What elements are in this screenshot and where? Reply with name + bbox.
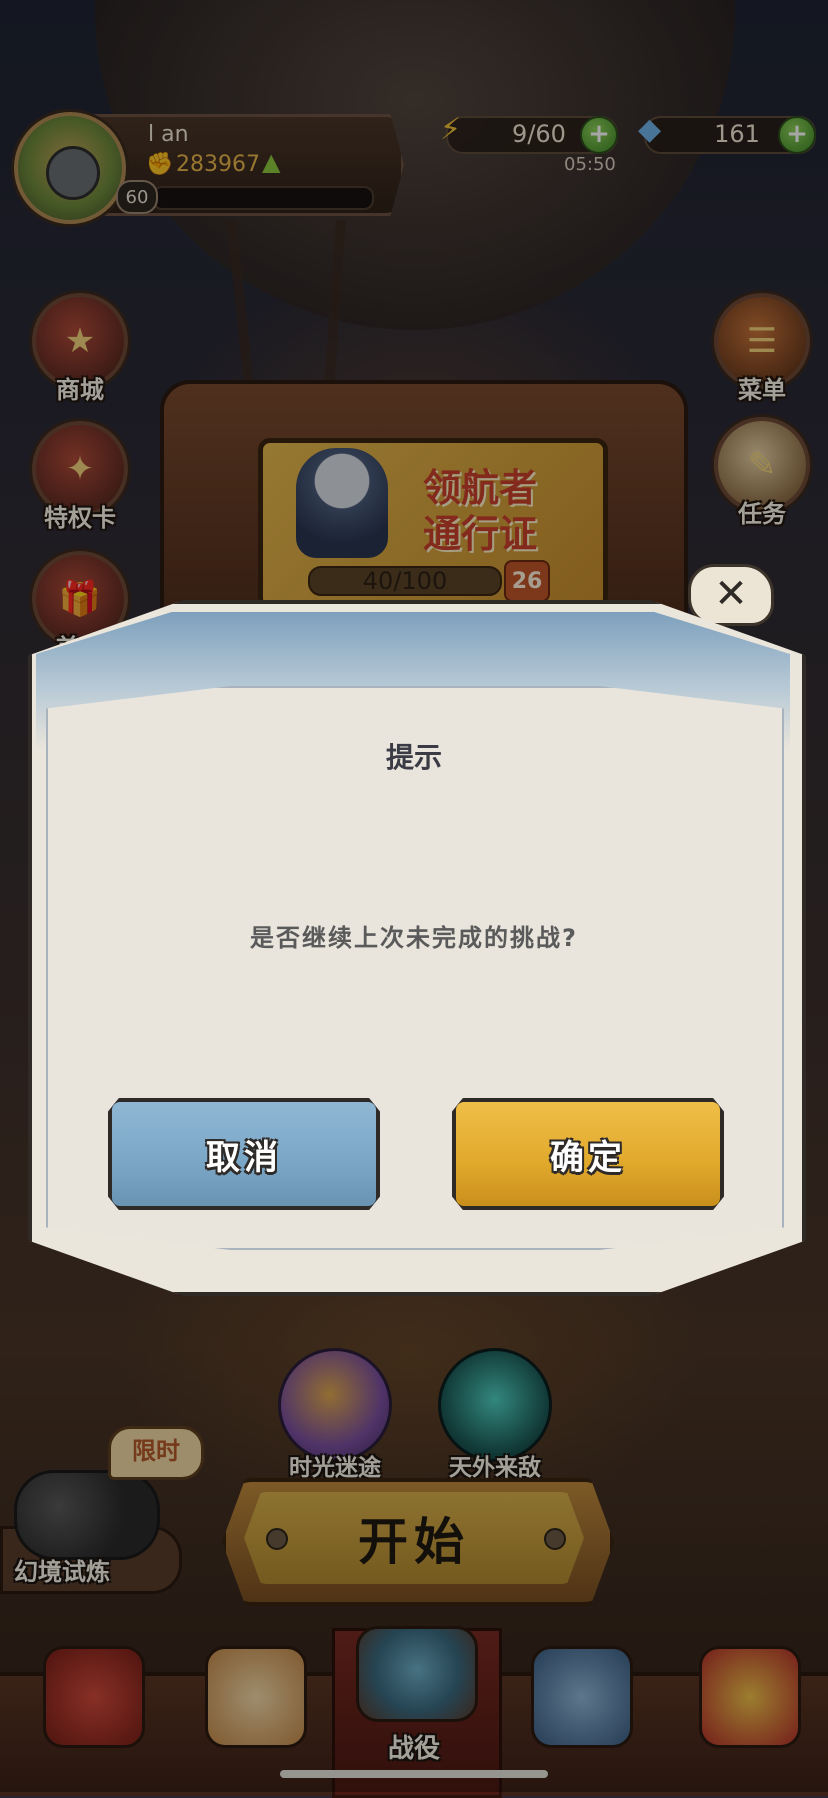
dialog-message: 是否继续上次未完成的挑战? (250, 924, 578, 952)
cancel-button[interactable]: 取消 (108, 1098, 380, 1210)
close-icon[interactable]: ✕ (688, 564, 774, 626)
confirm-button[interactable]: 确定 (452, 1098, 724, 1210)
dialog-title: 提示 (385, 741, 442, 774)
